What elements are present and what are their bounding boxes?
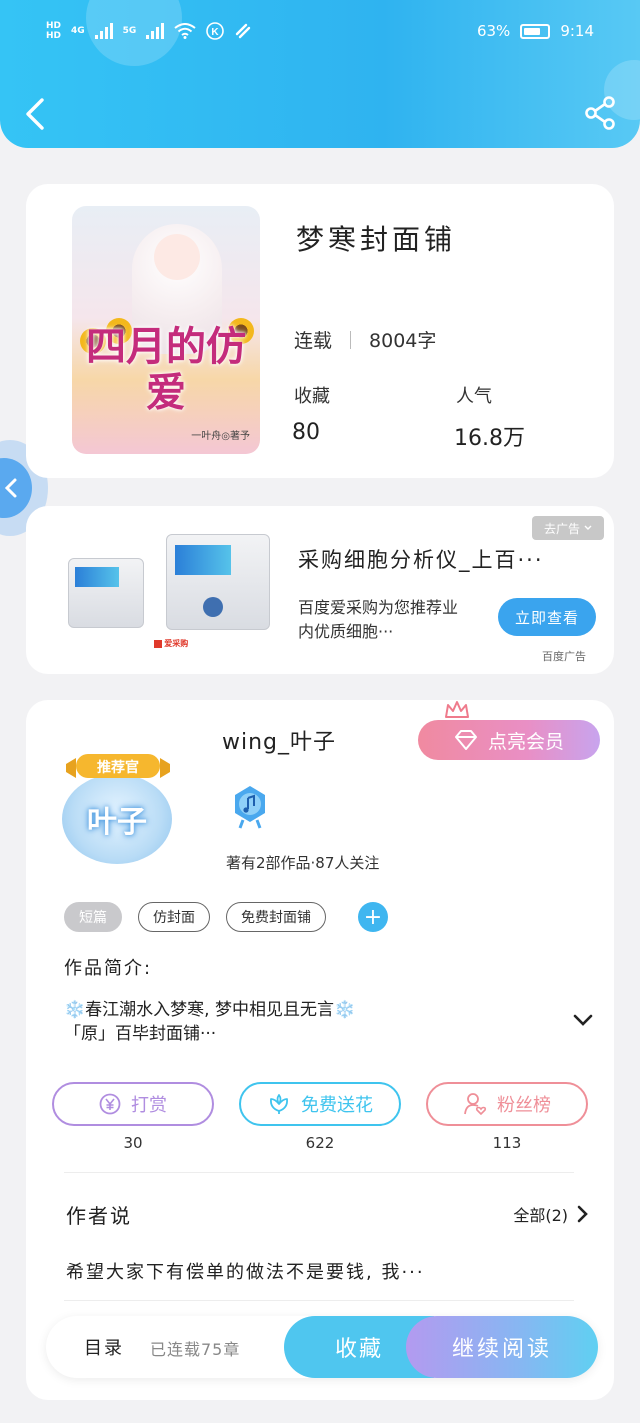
cover-title: 四月的仿爱	[86, 323, 246, 416]
app-header: HD HD 4G 5G K 63% 9:14	[0, 0, 640, 148]
divider	[350, 330, 352, 349]
ad-source-label: 百度广告	[542, 650, 586, 663]
avatar[interactable]: 叶子	[62, 774, 172, 864]
remove-ad-button[interactable]: 去广告	[532, 516, 604, 540]
tag-list: 短篇 仿封面 免费封面铺 +	[64, 902, 388, 932]
network-label: 5G	[122, 26, 137, 36]
ad-card[interactable]: 爱采购 去广告 采购细胞分析仪_上百··· 百度爱采购为您推荐业内优质细胞···…	[26, 506, 614, 674]
serial-status: 连载	[294, 330, 333, 352]
intro-label: 作品简介:	[64, 958, 153, 979]
chevron-right-icon	[577, 1205, 588, 1223]
author-name[interactable]: wing_叶子	[222, 724, 336, 756]
hd-label: HD	[46, 21, 62, 31]
favorites-label: 收藏	[294, 386, 330, 407]
status-right: 63% 9:14	[477, 22, 594, 40]
battery-percent: 63%	[476, 22, 511, 40]
popularity-label: 人气	[456, 386, 492, 407]
fans-rank-button[interactable]: 粉丝榜	[426, 1082, 588, 1126]
divider	[64, 1300, 574, 1301]
author-says-label: 作者说	[66, 1204, 132, 1228]
battery-icon	[520, 23, 551, 39]
bottom-action-bar: 目录 已连载75章 收藏 继续阅读	[46, 1316, 598, 1378]
author-says-all-link[interactable]: 全部(2)	[513, 1202, 588, 1226]
book-info-card: 四月的仿爱 一叶舟◎著予 梦寒封面铺 连载 8004字 收藏 80 人气 16.…	[26, 184, 614, 478]
ad-view-button[interactable]: 立即查看	[498, 598, 596, 636]
favorites-count: 80	[292, 420, 320, 445]
fans-rank-label: 粉丝榜	[497, 1095, 551, 1116]
intro-line: 「原」百毕封面铺···	[64, 1024, 217, 1044]
link-app-icon	[236, 23, 251, 39]
signal-icon	[146, 23, 165, 39]
ad-title[interactable]: 采购细胞分析仪_上百···	[298, 544, 544, 574]
serial-status-row: 连载 8004字	[294, 326, 436, 353]
flower-count: 622	[305, 1134, 335, 1152]
network-label: 4G	[71, 26, 85, 36]
clock: 9:14	[560, 22, 594, 40]
book-title: 梦寒封面铺	[296, 223, 457, 256]
add-tag-button[interactable]: +	[358, 902, 388, 932]
continue-reading-button[interactable]: 继续阅读	[406, 1316, 598, 1378]
chevron-left-icon	[4, 478, 17, 498]
popularity-count: 16.8万	[454, 426, 525, 451]
toc-button[interactable]: 目录	[84, 1334, 124, 1360]
ad-product-image	[68, 558, 144, 628]
recommender-badge: 推荐官	[66, 752, 170, 782]
tag-item[interactable]: 免费封面铺	[226, 902, 326, 932]
reward-label: 打赏	[131, 1095, 167, 1116]
back-button[interactable]	[22, 96, 50, 132]
cover-illustration-face	[154, 234, 200, 280]
flower-icon	[270, 1094, 288, 1114]
music-medal-icon	[235, 786, 265, 829]
status-bar: HD HD 4G 5G K 63% 9:14	[46, 14, 594, 48]
expand-chevron-icon[interactable]	[572, 1012, 594, 1028]
share-button[interactable]	[584, 96, 616, 130]
send-flower-button[interactable]: 免费送花	[239, 1082, 401, 1126]
divider	[64, 1172, 574, 1173]
vip-button-label: 点亮会员	[487, 730, 564, 753]
remove-ad-label: 去广告	[543, 521, 580, 536]
yuan-coin-icon	[99, 1093, 121, 1115]
book-cover[interactable]: 四月的仿爱 一叶舟◎著予	[72, 206, 260, 454]
ad-description: 百度爱采购为您推荐业内优质细胞···	[298, 598, 459, 641]
recommender-badge-label: 推荐官	[97, 760, 139, 776]
chapter-count: 已连载75章	[150, 1340, 241, 1359]
tag-item[interactable]: 短篇	[64, 902, 122, 932]
fans-count: 113	[492, 1134, 522, 1152]
tag-item[interactable]: 仿封面	[138, 902, 210, 932]
author-avatar-wrap[interactable]: 叶子 推荐官	[60, 748, 180, 864]
ad-image: 爱采购	[60, 528, 282, 658]
avatar-text: 叶子	[87, 805, 147, 840]
author-says-text[interactable]: 希望大家下有偿单的做法不是要钱, 我···	[66, 1258, 425, 1284]
wifi-icon	[174, 23, 196, 39]
k-app-icon: K	[206, 22, 225, 40]
reward-button[interactable]: 打赏	[52, 1082, 214, 1126]
intro-text[interactable]: ❄️春江潮水入梦寒, 梦中相见且无言❄️ 「原」百毕封面铺···	[64, 998, 444, 1046]
ad-product-image	[166, 534, 270, 630]
chevron-down-icon	[584, 525, 592, 530]
ad-image-caption: 爱采购	[60, 638, 282, 649]
reward-count: 30	[123, 1134, 143, 1152]
author-stats: 著有2部作品·87人关注	[226, 854, 380, 872]
word-count: 8004字	[369, 330, 437, 352]
vip-button[interactable]: 点亮会员	[418, 720, 600, 760]
hd-indicator: HD HD	[46, 21, 61, 41]
author-card: 叶子 推荐官 wing_叶子 点亮会员 著有2部作品·87人关注 短篇 仿封面 …	[26, 700, 614, 1400]
hd-label: HD	[46, 31, 62, 41]
intro-line: ❄️春江潮水入梦寒, 梦中相见且无言❄️	[64, 1000, 356, 1020]
fan-user-icon	[464, 1093, 487, 1116]
cover-author: 一叶舟◎著予	[191, 431, 250, 442]
diamond-icon	[454, 730, 477, 750]
signal-icon	[94, 23, 113, 39]
crown-icon	[445, 701, 469, 718]
send-flower-label: 免费送花	[301, 1095, 373, 1116]
author-says-all-label: 全部(2)	[513, 1206, 568, 1225]
status-left: HD HD 4G 5G K	[46, 21, 252, 41]
svg-text:K: K	[212, 27, 220, 38]
